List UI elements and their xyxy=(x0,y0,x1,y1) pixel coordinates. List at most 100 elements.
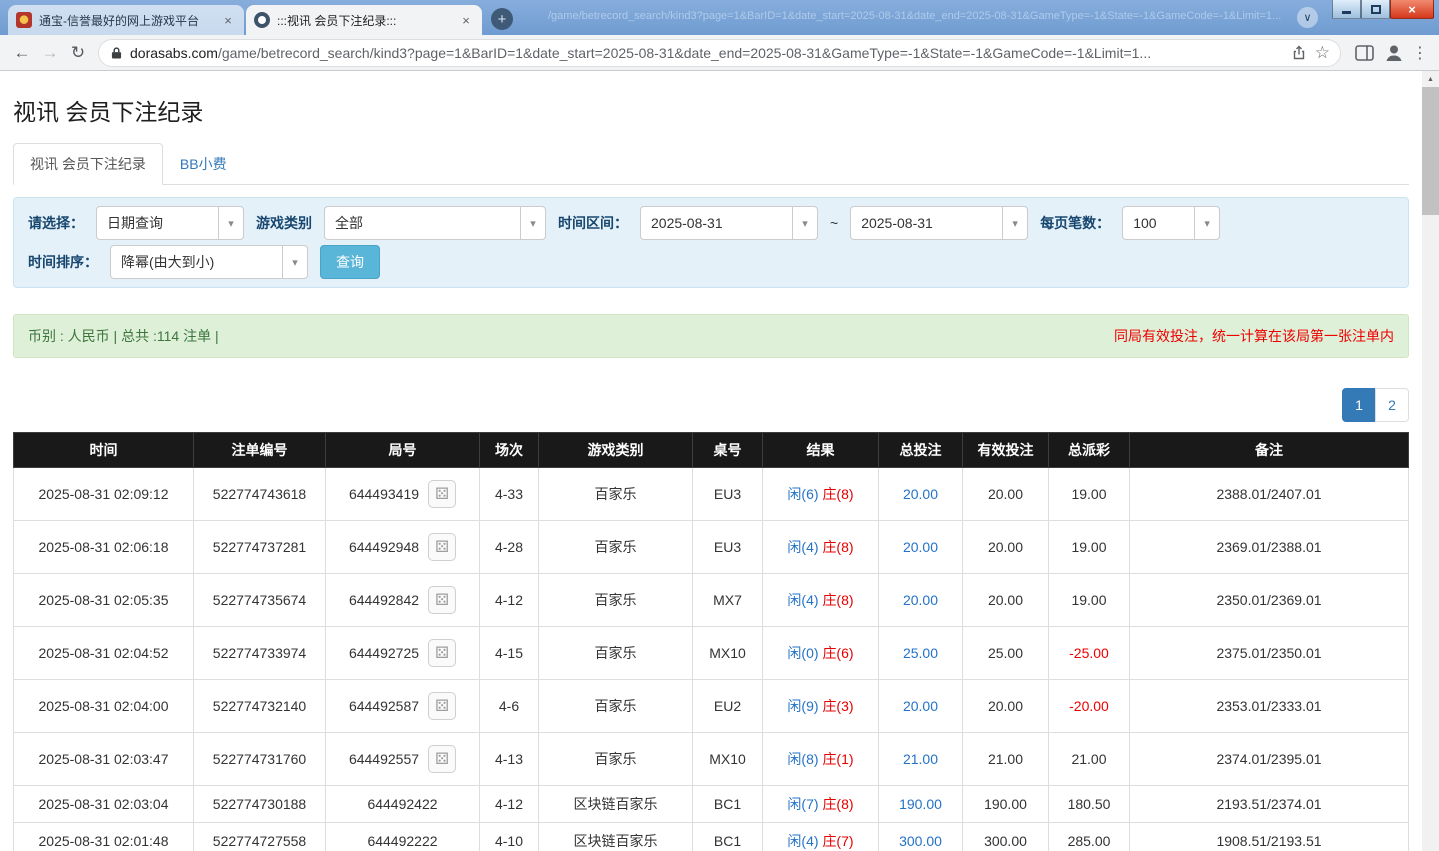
maximize-button[interactable] xyxy=(1361,0,1390,19)
query-type-input[interactable] xyxy=(96,206,218,240)
profile-avatar-icon[interactable] xyxy=(1379,39,1409,67)
pagination-page-2[interactable]: 2 xyxy=(1375,388,1409,422)
cell-round: 644492948 ⚄ xyxy=(325,520,480,574)
cell-table: EU3 xyxy=(692,520,763,574)
cell-game-type: 百家乐 xyxy=(538,573,693,627)
cell-result: 闲(4) 庄(7) xyxy=(762,822,879,851)
cell-game-type: 百家乐 xyxy=(538,520,693,574)
query-type-label: 请选择： xyxy=(28,215,84,231)
video-replay-icon[interactable]: ⚄ xyxy=(428,639,457,667)
menu-kebab-icon[interactable]: ⋮ xyxy=(1409,43,1431,63)
scroll-up-arrow-icon[interactable]: ▲ xyxy=(1422,71,1439,87)
tab-bet-records[interactable]: 视讯 会员下注纪录 xyxy=(13,143,163,185)
dropdown-caret-icon[interactable]: ▾ xyxy=(1002,206,1029,240)
tab-close-icon[interactable]: × xyxy=(220,12,236,28)
bookmark-star-icon[interactable]: ☆ xyxy=(1315,44,1330,61)
video-replay-icon[interactable]: ⚄ xyxy=(428,480,457,508)
cell-bet-id: 522774737281 xyxy=(193,520,326,574)
back-button[interactable]: ← xyxy=(8,39,36,67)
bet-table-body: 2025-08-31 02:09:12 522774743618 644493419… xyxy=(13,467,1409,851)
video-replay-icon[interactable]: ⚄ xyxy=(428,745,457,773)
column-header: 桌号 xyxy=(692,432,763,468)
cell-game-type: 百家乐 xyxy=(538,467,693,521)
browser-tab-current[interactable]: :::视讯 会员下注纪录::: × xyxy=(246,5,482,35)
cell-payout: 285.00 xyxy=(1048,822,1130,851)
cell-session: 4-28 xyxy=(479,520,539,574)
tab-close-icon[interactable]: × xyxy=(458,12,474,28)
cell-session: 4-12 xyxy=(479,785,539,823)
reload-button[interactable]: ↻ xyxy=(64,39,92,67)
page-scrollbar[interactable]: ▲ xyxy=(1422,71,1439,851)
cell-table: EU3 xyxy=(692,467,763,521)
video-replay-icon[interactable]: ⚄ xyxy=(428,692,457,720)
scrollbar-thumb[interactable] xyxy=(1422,87,1439,215)
bet-row: 2025-08-31 02:03:04 522774730188 644492422… xyxy=(13,785,1409,823)
cell-time: 2025-08-31 02:09:12 xyxy=(13,467,194,521)
cell-bet-id: 522774727558 xyxy=(193,822,326,851)
dropdown-caret-icon[interactable]: ▾ xyxy=(282,245,308,279)
cell-total-bet[interactable]: 20.00 xyxy=(878,520,963,574)
sidebar-toggle-icon[interactable] xyxy=(1349,39,1379,67)
dropdown-caret-icon[interactable]: ▾ xyxy=(792,206,818,240)
cell-result: 闲(8) 庄(1) xyxy=(762,732,879,786)
cell-round: 644492422 xyxy=(325,785,480,823)
cell-bet-id: 522774733974 xyxy=(193,626,326,680)
cell-result: 闲(4) 庄(8) xyxy=(762,573,879,627)
cell-session: 4-6 xyxy=(479,679,539,733)
browser-tab-home[interactable]: 通宝-信誉最好的网上游戏平台 × xyxy=(8,5,244,35)
cell-note: 2353.01/2333.01 xyxy=(1129,679,1409,733)
cell-table: BC1 xyxy=(692,822,763,851)
minimize-button[interactable] xyxy=(1332,0,1361,19)
cell-note: 2369.01/2388.01 xyxy=(1129,520,1409,574)
cell-session: 4-13 xyxy=(479,732,539,786)
video-replay-icon[interactable]: ⚄ xyxy=(428,586,457,614)
summary-totals: 币别 : 人民币 | 总共 :114 注单 | xyxy=(28,328,219,344)
cell-note: 2374.01/2395.01 xyxy=(1129,732,1409,786)
summary-bar: 币别 : 人民币 | 总共 :114 注单 | 同局有效投注，统一计算在该局第一… xyxy=(13,314,1409,358)
tab-search-chevron-icon[interactable]: ∨ xyxy=(1297,7,1318,28)
search-button[interactable]: 查询 xyxy=(320,245,380,279)
cell-table: MX10 xyxy=(692,732,763,786)
cell-game-type: 百家乐 xyxy=(538,679,693,733)
close-button[interactable]: × xyxy=(1390,0,1434,19)
cell-time: 2025-08-31 02:03:04 xyxy=(13,785,194,823)
cell-payout: 21.00 xyxy=(1048,732,1130,786)
cell-note: 1908.51/2193.51 xyxy=(1129,822,1409,851)
dropdown-caret-icon[interactable]: ▾ xyxy=(1194,206,1221,240)
pagination-page-1[interactable]: 1 xyxy=(1342,388,1376,422)
sort-input[interactable] xyxy=(110,245,282,279)
filter-panel: 请选择： ▾ 游戏类别 ▾ 时间区间： ▾ ~ ▾ xyxy=(13,197,1409,288)
cell-total-bet[interactable]: 21.00 xyxy=(878,732,963,786)
maximize-icon xyxy=(1370,4,1381,14)
per-page-input[interactable] xyxy=(1122,206,1195,240)
date-end-input[interactable] xyxy=(850,206,1003,240)
cell-total-bet[interactable]: 300.00 xyxy=(878,822,963,851)
game-type-input[interactable] xyxy=(324,206,520,240)
cell-note: 2193.51/2374.01 xyxy=(1129,785,1409,823)
cell-total-bet[interactable]: 20.00 xyxy=(878,467,963,521)
tab-bb-tips[interactable]: BB小费 xyxy=(163,143,244,185)
cell-total-bet[interactable]: 25.00 xyxy=(878,626,963,680)
cell-total-bet[interactable]: 20.00 xyxy=(878,573,963,627)
cell-payout: 19.00 xyxy=(1048,520,1130,574)
dropdown-caret-icon[interactable]: ▾ xyxy=(520,206,546,240)
video-replay-icon[interactable]: ⚄ xyxy=(428,533,457,561)
share-icon[interactable] xyxy=(1291,45,1307,61)
cell-total-bet[interactable]: 190.00 xyxy=(878,785,963,823)
cell-payout: 19.00 xyxy=(1048,467,1130,521)
date-start-input[interactable] xyxy=(640,206,792,240)
cell-game-type: 区块链百家乐 xyxy=(538,822,693,851)
cell-total-bet[interactable]: 20.00 xyxy=(878,679,963,733)
cell-valid-bet: 25.00 xyxy=(962,626,1049,680)
per-page-select: ▾ xyxy=(1122,206,1221,240)
forward-button[interactable]: → xyxy=(36,39,64,67)
dropdown-caret-icon[interactable]: ▾ xyxy=(218,206,244,240)
address-bar[interactable]: dorasabs.com/game/betrecord_search/kind3… xyxy=(98,38,1341,67)
bet-row: 2025-08-31 02:04:52 522774733974 644492725… xyxy=(13,626,1409,680)
game-type-label: 游戏类别 xyxy=(256,215,312,231)
tab-title: :::视讯 会员下注纪录::: xyxy=(277,13,397,28)
new-tab-button[interactable]: + xyxy=(491,8,513,30)
cell-bet-id: 522774743618 xyxy=(193,467,326,521)
cell-note: 2350.01/2369.01 xyxy=(1129,573,1409,627)
cell-note: 2375.01/2350.01 xyxy=(1129,626,1409,680)
